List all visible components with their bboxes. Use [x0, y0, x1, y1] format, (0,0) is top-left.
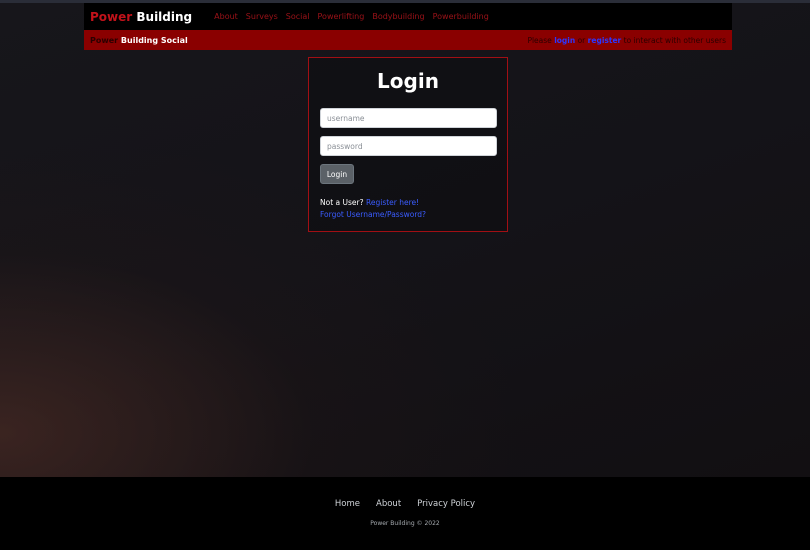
brand-power: Power	[90, 9, 133, 24]
nav-powerlifting[interactable]: Powerlifting	[318, 12, 365, 21]
footer-links: Home About Privacy Policy	[0, 499, 810, 509]
brand-logo[interactable]: Power Building	[90, 10, 192, 24]
subbar-register-link[interactable]: register	[588, 36, 622, 45]
subbar-msg-suffix: to interact with other users	[623, 35, 726, 45]
nav-surveys[interactable]: Surveys	[246, 12, 278, 21]
nav-bodybuilding[interactable]: Bodybuilding	[372, 12, 424, 21]
nav-about[interactable]: About	[214, 12, 238, 21]
register-here-link[interactable]: Register here!	[366, 198, 419, 207]
footer-about-link[interactable]: About	[376, 499, 401, 509]
copyright-text: Power Building © 2022	[370, 520, 440, 527]
nav-links: About Surveys Social Powerlifting Bodybu…	[214, 12, 497, 21]
password-input[interactable]	[320, 136, 497, 156]
subbar-title-social: Building Social	[120, 35, 188, 45]
username-input[interactable]	[320, 108, 497, 128]
subbar-msg-or: or	[577, 35, 586, 45]
subbar-title: Power Building Social	[90, 36, 188, 45]
footer-home-link[interactable]: Home	[335, 499, 360, 509]
not-user-text: Not a User?	[320, 198, 364, 207]
nav-powerbuilding[interactable]: Powerbuilding	[433, 12, 489, 21]
login-title: Login	[377, 69, 439, 93]
brand-building: Building	[136, 9, 193, 24]
subbar-login-link[interactable]: login	[554, 36, 575, 45]
subbar-msg-prefix: Please	[527, 35, 552, 45]
not-user-line: Not a User? Register here!	[320, 198, 419, 207]
nav-social[interactable]: Social	[286, 12, 310, 21]
login-button[interactable]: Login	[320, 164, 354, 184]
forgot-credentials-link[interactable]: Forgot Username/Password?	[320, 210, 426, 219]
footer: Home About Privacy Policy Power Building…	[0, 477, 810, 550]
login-panel: Login Login Not a User? Register here! F…	[308, 57, 508, 232]
top-navbar: Power Building About Surveys Social Powe…	[84, 3, 732, 30]
subbar-message: Please login or register to interact wit…	[527, 36, 726, 45]
subbar-title-power: Power	[90, 35, 119, 45]
social-subbar: Power Building Social Please login or re…	[84, 30, 732, 50]
footer-privacy-link[interactable]: Privacy Policy	[417, 499, 475, 509]
